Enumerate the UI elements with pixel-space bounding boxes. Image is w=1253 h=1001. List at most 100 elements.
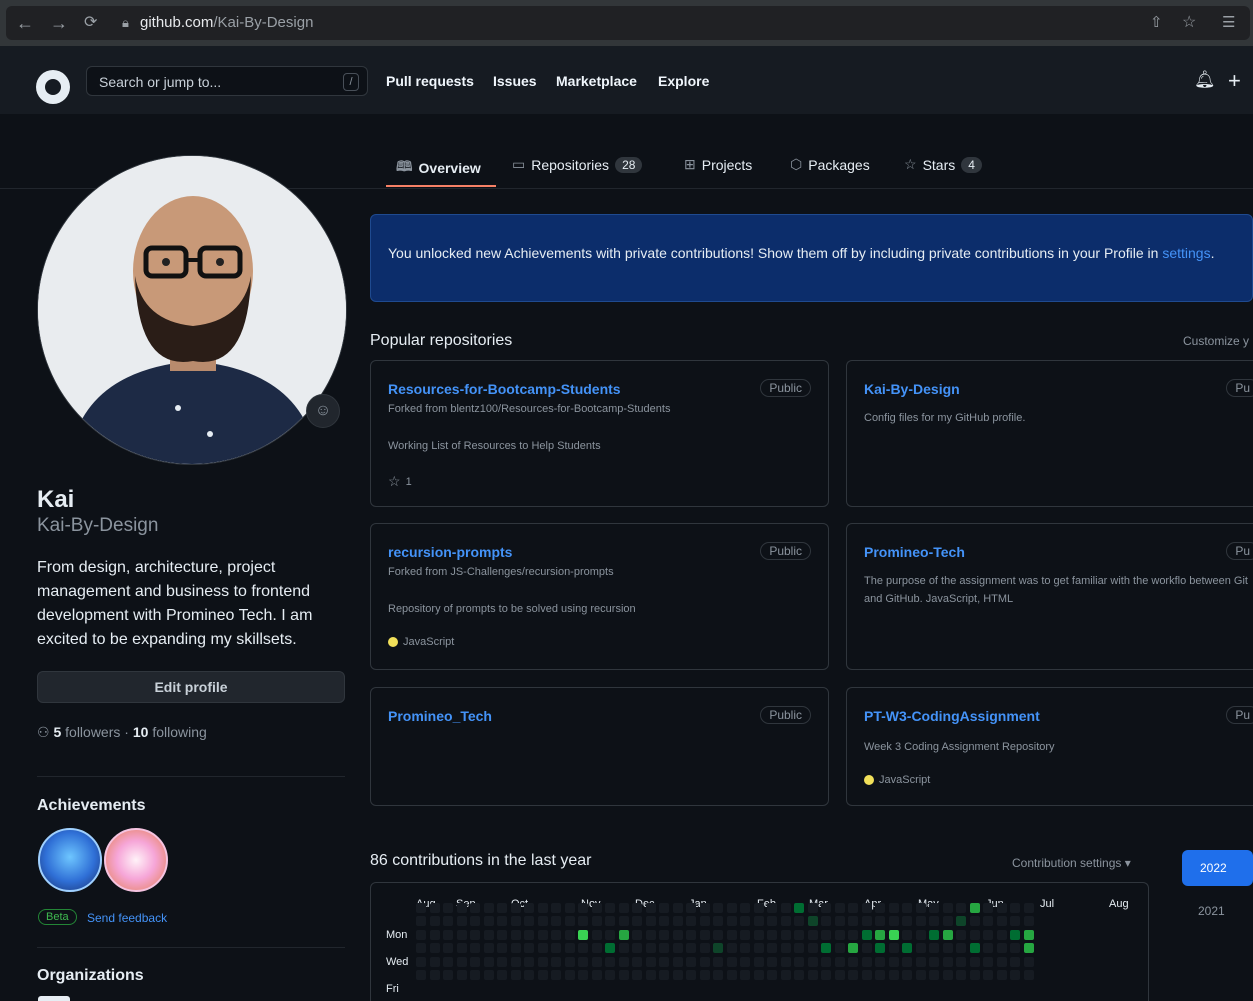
contribution-cell — [645, 943, 656, 953]
following-link[interactable]: 10 following — [133, 724, 207, 740]
contribution-cell — [524, 902, 534, 913]
repo-name-link[interactable]: PT-W3-CodingAssignment — [864, 708, 1040, 724]
contribution-settings-dropdown[interactable]: Contribution settings ▾ — [1012, 856, 1131, 870]
contribution-cell — [929, 929, 939, 940]
repo-name-link[interactable]: Promineo-Tech — [864, 544, 965, 560]
send-feedback-link[interactable]: Send feedback — [87, 911, 167, 925]
avatar[interactable] — [37, 155, 347, 465]
visibility-badge: Public — [760, 706, 811, 724]
contribution-cell — [1010, 929, 1020, 940]
tab-overview[interactable]: 🕮 Overview — [396, 156, 481, 180]
contribution-cell — [416, 970, 426, 980]
repo-stars[interactable]: ☆ 1 — [388, 473, 412, 490]
contribution-cell — [996, 916, 1007, 926]
contribution-cell — [443, 956, 453, 967]
contribution-cell — [780, 929, 791, 940]
repo-name-link[interactable]: recursion-prompts — [388, 544, 512, 560]
share-icon[interactable]: ⇧ — [1150, 6, 1163, 40]
search-input[interactable]: Search or jump to... / — [86, 66, 368, 96]
contribution-cell — [686, 929, 696, 940]
year-button-2021[interactable]: 2021 — [1198, 904, 1225, 918]
repo-description: Working List of Resources to Help Studen… — [388, 440, 601, 452]
contribution-cell — [888, 929, 899, 940]
tab-stars[interactable]: ☆ Stars 4 — [904, 156, 982, 173]
contribution-cell — [416, 943, 426, 953]
contribution-cell — [875, 929, 885, 940]
contribution-cell — [510, 970, 521, 980]
contribution-cell — [1023, 902, 1034, 913]
edit-profile-button[interactable]: Edit profile — [37, 671, 345, 703]
contribution-cell — [753, 970, 764, 980]
contributions-title: 86 contributions in the last year — [370, 852, 592, 869]
contribution-cell — [537, 943, 548, 953]
contribution-cell — [456, 943, 467, 953]
contribution-cell — [564, 916, 575, 926]
nav-pull-requests[interactable]: Pull requests — [386, 73, 474, 89]
bookmark-star-icon[interactable]: ☆ — [1182, 6, 1196, 40]
reload-icon[interactable]: ⟳ — [84, 6, 97, 40]
repo-name-link[interactable]: Kai-By-Design — [864, 381, 960, 397]
contribution-cell — [942, 956, 953, 967]
contribution-cell — [672, 902, 683, 913]
url-host: github.com — [140, 14, 214, 31]
github-logo-icon[interactable] — [36, 70, 70, 104]
contribution-cell — [632, 956, 642, 967]
year-button-2022[interactable]: 2022 — [1182, 850, 1253, 886]
contribution-cell — [699, 929, 710, 940]
contribution-cell — [564, 956, 575, 967]
contribution-cell — [1010, 956, 1020, 967]
back-icon[interactable]: ← — [16, 6, 34, 40]
nav-explore[interactable]: Explore — [658, 73, 709, 89]
contribution-cell — [659, 929, 669, 940]
url-text[interactable]: github.com/Kai-By-Design — [140, 6, 313, 40]
tab-repositories[interactable]: ▭ Repositories 28 — [512, 156, 643, 173]
contribution-cell — [699, 902, 710, 913]
banner-settings-link[interactable]: settings — [1162, 245, 1210, 261]
language-label: JavaScript — [403, 636, 455, 648]
contribution-cell — [443, 970, 453, 980]
contribution-cell — [510, 916, 521, 926]
contribution-cell — [551, 916, 561, 926]
achievement-shark-icon[interactable] — [38, 828, 102, 892]
contribution-cell — [672, 956, 683, 967]
contribution-cell — [456, 929, 467, 940]
contribution-cell — [915, 916, 926, 926]
tab-projects[interactable]: ⊞ Projects — [684, 156, 752, 173]
contribution-cell — [942, 929, 953, 940]
repo-language: JavaScript — [388, 636, 454, 648]
contribution-cell — [956, 902, 966, 913]
contribution-cell — [929, 916, 939, 926]
contribution-cell — [1010, 902, 1020, 913]
visibility-badge: Public — [760, 379, 811, 397]
repo-name-link[interactable]: Promineo_Tech — [388, 708, 492, 724]
nav-issues[interactable]: Issues — [493, 73, 537, 89]
profile-login: Kai-By-Design — [37, 515, 159, 536]
contribution-cell — [632, 916, 642, 926]
repo-name-link[interactable]: Resources-for-Bootcamp-Students — [388, 381, 621, 397]
set-status-emoji-icon[interactable]: ☺ — [306, 394, 340, 428]
contribution-cell — [443, 916, 453, 926]
contribution-cell — [578, 902, 588, 913]
contribution-cell — [605, 902, 615, 913]
followers-link[interactable]: 5 followers — [53, 724, 120, 740]
contribution-cell — [470, 943, 480, 953]
customize-pins-link[interactable]: Customize y — [1183, 334, 1249, 348]
month-label: Aug — [1109, 898, 1129, 910]
tab-packages[interactable]: ⬡ Packages — [790, 156, 870, 173]
contribution-cell — [605, 956, 615, 967]
forward-icon[interactable]: → — [50, 6, 68, 40]
contribution-cell — [834, 916, 845, 926]
contribution-cell — [821, 956, 831, 967]
nav-marketplace[interactable]: Marketplace — [556, 73, 637, 89]
reading-list-icon[interactable]: ☰ — [1222, 6, 1235, 40]
contribution-cell — [686, 902, 696, 913]
organization-avatar[interactable] — [38, 996, 70, 1001]
create-new-icon[interactable]: + — [1228, 68, 1241, 94]
contribution-cell — [456, 902, 467, 913]
visibility-badge: Pu — [1226, 706, 1253, 724]
day-label: Wed — [386, 956, 409, 968]
contribution-cell — [753, 956, 764, 967]
achievement-yolo-icon[interactable] — [104, 828, 168, 892]
notifications-bell-icon[interactable]: 🔔︎ — [1194, 70, 1216, 90]
visibility-badge: Pu — [1226, 379, 1253, 397]
